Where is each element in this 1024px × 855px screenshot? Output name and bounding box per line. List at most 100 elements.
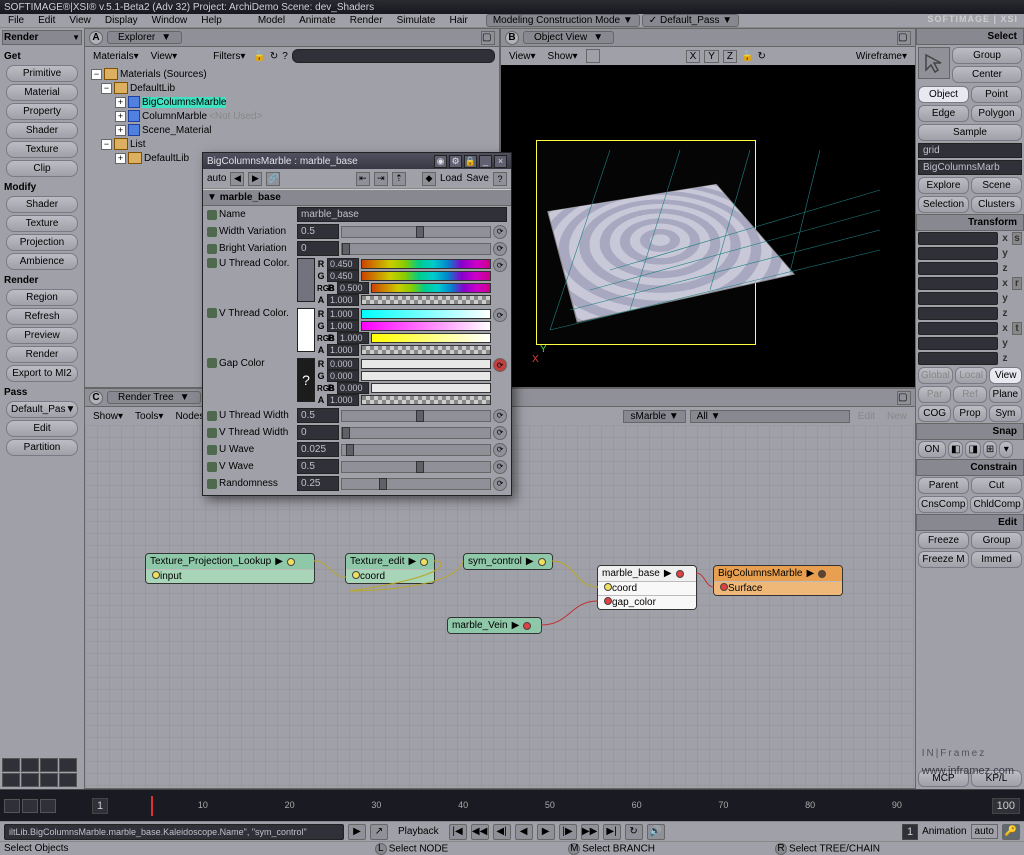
v-thread-r[interactable]: 1.000 [327, 308, 359, 320]
prev-frame-icon[interactable]: ◀| [493, 824, 511, 840]
anim-toggle[interactable] [207, 308, 217, 318]
step-icon[interactable]: ⟳ [493, 258, 507, 272]
btn-parent[interactable]: Parent [918, 477, 969, 494]
keyframe-icon[interactable]: 🔑 [1002, 824, 1020, 840]
btn-explore[interactable]: Explore [918, 177, 969, 194]
tree-item-scenematerial[interactable]: + Scene_Material [87, 123, 497, 137]
step-icon[interactable]: ⟳ [493, 225, 507, 239]
btn-freeze[interactable]: Freeze [918, 532, 969, 549]
next-key-icon[interactable]: ▶▶ [581, 824, 599, 840]
node-marble-base[interactable]: marble_base ▶ coord gap_color [597, 565, 697, 610]
frame-start[interactable]: 1 [92, 798, 108, 814]
property-dialog[interactable]: BigColumnsMarble : marble_base ◉ ⚙ 🔒 _ ×… [202, 152, 512, 496]
bar-r[interactable] [361, 259, 491, 269]
construction-mode-dropdown[interactable]: Modeling Construction Mode ▼ [486, 14, 640, 27]
tree-defaultlib[interactable]: − DefaultLib [87, 81, 497, 95]
dlg-back-icon[interactable]: ⇤ [356, 172, 370, 186]
ov-view[interactable]: View▾ [505, 51, 540, 62]
btn-clip[interactable]: Clip [6, 160, 78, 177]
btn-clusters[interactable]: Clusters [971, 196, 1022, 213]
btn-mod-ambience[interactable]: Ambience [6, 253, 78, 270]
dlg-next-icon[interactable]: ▶ [248, 172, 262, 186]
bar-g[interactable] [361, 321, 491, 331]
btn-plane[interactable]: Plane [989, 386, 1022, 403]
snap-opt-icon[interactable]: ⊞ [983, 441, 997, 458]
dlg-help-icon[interactable]: ? [493, 172, 507, 186]
step-icon[interactable]: ⟳ [493, 477, 507, 491]
timeline-icon[interactable] [40, 799, 56, 813]
v-thread-g[interactable]: 1.000 [327, 320, 359, 332]
val-u-wave[interactable]: 0.025 [297, 442, 339, 457]
rt-edit[interactable]: Edit [854, 411, 879, 422]
selection-detail-field[interactable]: BigColumnsMarb [918, 160, 1022, 175]
panel-letter-icon[interactable]: C [89, 391, 103, 405]
u-thread-a[interactable]: 1.000 [327, 294, 359, 306]
dlg-up-icon[interactable]: ⇡ [392, 172, 406, 186]
axis-y[interactable]: Y [704, 50, 719, 63]
btn-cog[interactable]: COG [918, 405, 951, 422]
u-thread-g[interactable]: 0.450 [327, 270, 359, 282]
timeline-icon[interactable] [22, 799, 38, 813]
bar-r[interactable] [361, 359, 491, 369]
axis-z[interactable]: Z [723, 50, 737, 63]
btn-primitive[interactable]: Primitive [6, 65, 78, 82]
lock-icon[interactable]: 🔒 [741, 51, 753, 62]
module-dropdown[interactable]: Render▼ [2, 30, 82, 45]
script-run-icon[interactable]: ▶ [348, 824, 366, 840]
dlg-close-icon[interactable]: × [494, 155, 507, 168]
btn-export-mi2[interactable]: Export to MI2 [6, 365, 78, 382]
anim-toggle[interactable] [207, 210, 217, 220]
btn-snap-on[interactable]: ON [918, 441, 946, 458]
pass-dropdown[interactable]: ✓ Default_Pass ▼ [642, 14, 739, 27]
val-v-thread-width[interactable]: 0 [297, 425, 339, 440]
snap-opt-icon[interactable]: ◧ [948, 441, 963, 458]
maximize-icon[interactable]: ▢ [897, 391, 911, 405]
step-icon[interactable]: ⟳ [493, 409, 507, 423]
anim-toggle[interactable] [207, 479, 217, 489]
rx-field[interactable] [918, 277, 998, 290]
layout-icon[interactable] [40, 773, 58, 787]
panel-letter-icon[interactable]: B [505, 31, 519, 45]
anim-toggle[interactable] [207, 462, 217, 472]
step-icon-connected[interactable]: ⟳ [493, 358, 507, 372]
step-icon[interactable]: ⟳ [493, 308, 507, 322]
btn-preview[interactable]: Preview [6, 327, 78, 344]
ty-field[interactable] [918, 337, 998, 350]
step-icon[interactable]: ⟳ [493, 242, 507, 256]
snap-dropdown-icon[interactable]: ▾ [999, 441, 1013, 458]
rt-filter-dropdown[interactable]: All ▼ [690, 410, 850, 423]
dlg-link-icon[interactable]: 🔗 [266, 172, 280, 186]
bar-a[interactable] [361, 345, 491, 355]
rt-show[interactable]: Show▾ [89, 411, 127, 422]
timeline-icon[interactable] [4, 799, 20, 813]
menu-window[interactable]: Window [146, 15, 194, 26]
bar-g[interactable] [361, 371, 491, 381]
btn-sym[interactable]: Sym [989, 405, 1022, 422]
loop-icon[interactable]: ↻ [625, 824, 643, 840]
next-frame-icon[interactable]: |▶ [559, 824, 577, 840]
tb-filters[interactable]: Filters▾ [209, 51, 249, 62]
rt-new[interactable]: New [883, 411, 911, 422]
menu-render[interactable]: Render [344, 15, 389, 26]
selection-name-field[interactable]: grid [918, 143, 1022, 158]
btn-property[interactable]: Property [6, 103, 78, 120]
dlg-pin-icon[interactable]: ◉ [434, 155, 447, 168]
menu-file[interactable]: File [2, 15, 30, 26]
node-marble-vein[interactable]: marble_Vein ▶ [447, 617, 542, 634]
btn-render[interactable]: Render [6, 346, 78, 363]
btn-mod-projection[interactable]: Projection [6, 234, 78, 251]
layout-icon[interactable] [59, 758, 77, 772]
rt-tools[interactable]: Tools▾ [131, 411, 167, 422]
layout-icon[interactable] [21, 758, 39, 772]
btn-refresh[interactable]: Refresh [6, 308, 78, 325]
btn-shader[interactable]: Shader [6, 122, 78, 139]
val-v-wave[interactable]: 0.5 [297, 459, 339, 474]
dlg-min-icon[interactable]: _ [479, 155, 492, 168]
rt-path-dropdown[interactable]: sMarble ▼ [623, 410, 685, 423]
dlg-section-marble-base[interactable]: ▼ marble_base [203, 189, 511, 206]
bar-g[interactable] [361, 271, 491, 281]
gap-r[interactable]: 0.000 [327, 358, 359, 370]
tree-item-bigcolumns[interactable]: + BigColumnsMarble [87, 95, 497, 109]
slider-width-variation[interactable] [341, 226, 491, 238]
btn-sample[interactable]: Sample [918, 124, 1022, 141]
